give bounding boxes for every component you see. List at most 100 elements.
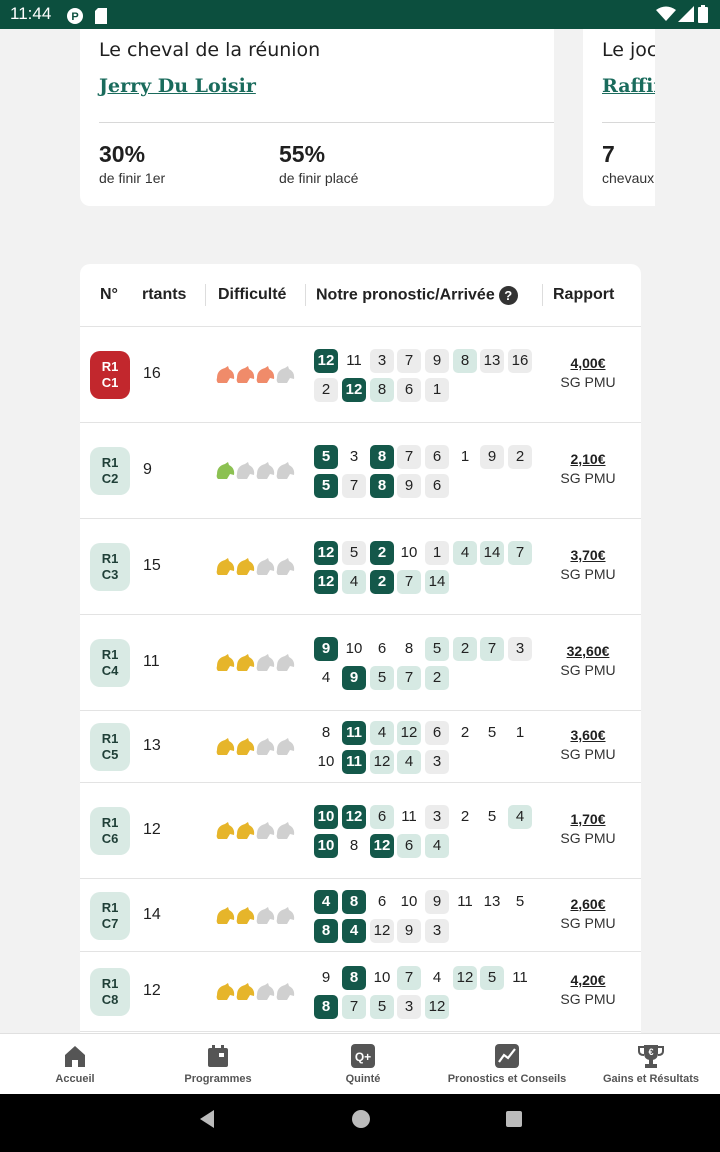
rapport-cell[interactable]: 1,70€ SG PMU (548, 811, 628, 846)
rapport-amount[interactable]: 2,60€ (548, 896, 628, 912)
race-row[interactable]: R1 C4 11 9 10 6 8 5 2 7 3 4 9 5 7 2 32,60€ SG PMU (80, 615, 641, 711)
horse-number: 8 (397, 637, 421, 661)
svg-text:P: P (71, 11, 78, 23)
rapport-cell[interactable]: 32,60€ SG PMU (548, 643, 628, 678)
nav-accueil[interactable]: Accueil (15, 1034, 135, 1095)
help-icon[interactable]: ? (498, 286, 518, 305)
nav-programmes[interactable]: Programmes (158, 1034, 278, 1095)
horse-number: 3 (425, 750, 449, 774)
horse-head-filled-icon (236, 738, 255, 755)
rapport-cell[interactable]: 3,60€ SG PMU (548, 727, 628, 762)
horse-head-filled-icon (216, 738, 235, 755)
race-badge[interactable]: R1 C5 (90, 723, 130, 771)
pronostic-line: 9 8 10 7 4 12 5 11 (314, 966, 534, 990)
rapport-amount[interactable]: 3,70€ (548, 547, 628, 563)
rapport-cell[interactable]: 2,10€ SG PMU (548, 451, 628, 486)
race-course: C3 (101, 567, 119, 582)
horse-number: 9 (425, 349, 449, 373)
difficulty-rating (215, 461, 297, 481)
svg-text:Q+: Q+ (355, 1050, 371, 1064)
jockey-name-link[interactable]: Raffir (602, 75, 655, 97)
horse-of-meeting-card[interactable]: Le cheval de la réunion Jerry Du Loisir … (80, 29, 554, 206)
home-circle-icon[interactable] (351, 1109, 371, 1129)
horse-number: 7 (508, 541, 532, 565)
horse-number: 3 (370, 349, 394, 373)
race-reunion: R1 (101, 455, 119, 470)
difficulty-rating (215, 982, 297, 1002)
race-badge[interactable]: R1 C2 (90, 447, 130, 495)
horse-head-empty-icon (276, 558, 295, 575)
rapport-cell[interactable]: 2,60€ SG PMU (548, 896, 628, 931)
race-row[interactable]: R1 C8 12 9 8 10 7 4 12 5 11 8 7 5 3 12 4,20€ SG PMU (80, 952, 641, 1032)
jockey-of-meeting-card[interactable]: Le joc Raffir 7 chevaux (583, 29, 655, 206)
back-icon[interactable] (197, 1109, 217, 1129)
horse-head-empty-icon (276, 822, 295, 839)
race-row[interactable]: R1 C7 14 4 8 6 10 9 11 13 5 8 4 12 9 3 2,60€ SG PMU (80, 879, 641, 952)
recents-icon[interactable] (504, 1109, 524, 1129)
race-row[interactable]: R1 C3 15 12 5 2 10 1 4 14 7 12 4 2 7 14 3,70€ SG PMU (80, 519, 641, 615)
rapport-amount[interactable]: 2,10€ (548, 451, 628, 467)
horse-number: 5 (508, 889, 532, 914)
rapport-amount[interactable]: 32,60€ (548, 643, 628, 659)
horse-number: 8 (314, 721, 338, 745)
race-row[interactable]: R1 C6 12 10 12 6 11 3 2 5 4 10 8 12 6 4 1,70€ SG PMU (80, 783, 641, 879)
horse-number-highlight: 12 (370, 834, 394, 858)
race-course: C6 (101, 831, 119, 846)
horse-number-highlight: 12 (342, 378, 366, 402)
horse-head-empty-icon (256, 906, 275, 924)
stat-caption-placed: de finir placé (279, 170, 359, 186)
rapport-cell[interactable]: 4,00€ SG PMU (548, 355, 628, 390)
horse-name-link[interactable]: Jerry Du Loisir (99, 75, 256, 97)
race-badge[interactable]: R1 C8 (90, 968, 130, 1016)
rapport-amount[interactable]: 4,00€ (548, 355, 628, 371)
header-pronostic-label: Notre pronostic/Arrivée (316, 286, 495, 304)
race-badge[interactable]: R1 C4 (90, 639, 130, 687)
horse-number: 5 (370, 666, 394, 690)
nav-gains[interactable]: € Gains et Résultats (596, 1034, 706, 1095)
horse-number-highlight: 12 (314, 349, 338, 373)
difficulty-rating (215, 365, 297, 385)
horse-head-filled-icon (216, 558, 235, 575)
horse-number-highlight: 12 (342, 805, 366, 829)
horse-head-filled-icon (216, 654, 235, 671)
horse-number: 6 (425, 721, 449, 745)
race-badge[interactable]: R1 C7 (90, 891, 130, 940)
horse-number: 9 (397, 918, 421, 943)
horse-number: 4 (425, 966, 449, 990)
race-reunion: R1 (101, 899, 119, 915)
rapport-type: SG PMU (560, 662, 616, 678)
race-reunion: R1 (101, 976, 119, 991)
horse-number-highlight: 8 (342, 889, 366, 914)
horse-number: 4 (370, 721, 394, 745)
horse-head-filled-icon (236, 654, 255, 671)
rapport-amount[interactable]: 3,60€ (548, 727, 628, 743)
rapport-cell[interactable]: 4,20€ SG PMU (548, 972, 628, 1007)
horse-number: 5 (342, 541, 366, 565)
rapport-amount[interactable]: 1,70€ (548, 811, 628, 827)
horse-number: 2 (508, 445, 532, 469)
race-row[interactable]: R1 C1 16 12 11 3 7 9 8 13 16 2 12 8 6 1 4,00€ SG PMU (80, 327, 641, 423)
race-row[interactable]: R1 C2 9 5 3 8 7 6 1 9 2 5 7 8 9 6 2,10€ SG PMU (80, 423, 641, 519)
race-badge[interactable]: R1 C3 (90, 543, 130, 591)
race-badge[interactable]: R1 C6 (90, 807, 130, 855)
horse-number-highlight: 10 (314, 834, 338, 858)
horse-number: 7 (342, 474, 366, 498)
horse-number: 11 (397, 805, 421, 829)
horse-number: 7 (480, 637, 504, 661)
pronostic-line: 8 11 4 12 6 2 5 1 (314, 721, 534, 745)
horse-number-highlight: 12 (314, 570, 338, 594)
nav-pronostics[interactable]: Pronostics et Conseils (446, 1034, 568, 1095)
horse-head-filled-icon (216, 983, 235, 1000)
horse-number: 10 (397, 889, 421, 914)
header-divider (542, 284, 543, 306)
calendar-icon (208, 1045, 228, 1067)
horse-number: 1 (425, 378, 449, 402)
race-badge[interactable]: R1 C1 (90, 351, 130, 399)
rapport-amount[interactable]: 4,20€ (548, 972, 628, 988)
horse-number: 11 (508, 966, 532, 990)
rapport-cell[interactable]: 3,70€ SG PMU (548, 547, 628, 582)
nav-quinte[interactable]: Q+ Quinté (303, 1034, 423, 1095)
race-row[interactable]: R1 C5 13 8 11 4 12 6 2 5 1 10 11 12 4 3 3,60€ SG PMU (80, 711, 641, 783)
horse-number: 6 (370, 889, 394, 914)
horse-number: 7 (342, 995, 366, 1019)
